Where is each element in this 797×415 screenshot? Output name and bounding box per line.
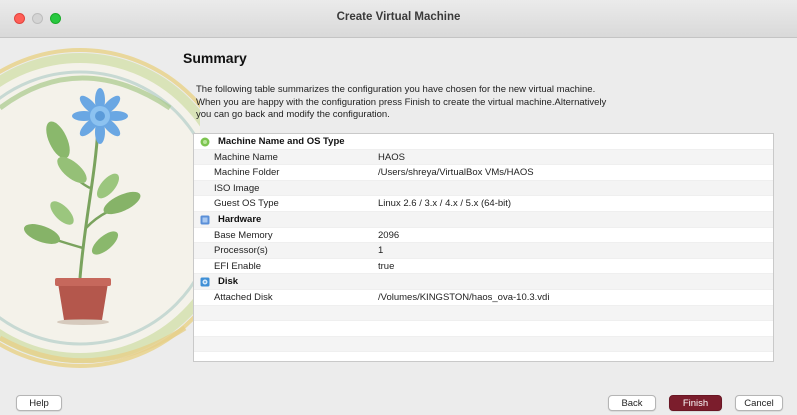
finish-button[interactable]: Finish: [669, 395, 722, 411]
title-bar[interactable]: Create Virtual Machine: [0, 0, 797, 38]
back-button[interactable]: Back: [608, 395, 656, 411]
section-title: Disk: [218, 276, 239, 288]
wizard-illustration: [0, 38, 200, 378]
row-key: ISO Image: [214, 182, 260, 194]
empty-row: [194, 305, 773, 322]
summary-table[interactable]: Machine Name and OS Type Machine Name HA…: [193, 133, 774, 362]
hardware-chip-icon: [200, 215, 210, 225]
table-row[interactable]: EFI Enable true: [194, 259, 773, 275]
description-line: you can go back and modify the configura…: [196, 109, 390, 120]
row-key: Guest OS Type: [214, 198, 279, 210]
section-header-disk[interactable]: Disk: [194, 274, 773, 290]
section-title: Machine Name and OS Type: [218, 136, 345, 147]
page-title: Summary: [183, 50, 247, 66]
row-key: EFI Enable: [214, 260, 261, 272]
empty-row: [194, 321, 773, 337]
row-value: /Volumes/KINGSTON/haos_ova-10.3.vdi: [378, 291, 550, 303]
table-row[interactable]: Guest OS Type Linux 2.6 / 3.x / 4.x / 5.…: [194, 196, 773, 212]
row-value: 1: [378, 245, 384, 257]
row-key: Attached Disk: [214, 291, 273, 303]
flower-plant-illustration: [0, 38, 200, 378]
help-button[interactable]: Help: [16, 395, 62, 411]
row-value: 2096: [378, 229, 400, 241]
window-title: Create Virtual Machine: [336, 11, 461, 23]
table-row[interactable]: Base Memory 2096: [194, 228, 773, 244]
empty-row: [194, 352, 773, 361]
section-header-hardware[interactable]: Hardware: [194, 211, 773, 228]
row-value: /Users/shreya/VirtualBox VMs/HAOS: [378, 167, 534, 179]
description-line: When you are happy with the configuratio…: [196, 96, 607, 108]
section-title: Hardware: [218, 213, 262, 225]
table-row[interactable]: Attached Disk /Volumes/KINGSTON/haos_ova…: [194, 290, 773, 306]
description-line: The following table summarizes the confi…: [196, 84, 596, 95]
table-row[interactable]: Processor(s) 1: [194, 243, 773, 259]
row-key: Machine Folder: [214, 167, 280, 179]
os-type-icon: [200, 137, 210, 147]
row-key: Processor(s): [214, 245, 268, 257]
row-value: Linux 2.6 / 3.x / 4.x / 5.x (64-bit): [378, 198, 512, 210]
row-value: HAOS: [378, 151, 405, 163]
table-row[interactable]: Machine Name HAOS: [194, 149, 773, 166]
disk-icon: [200, 277, 210, 287]
table-row[interactable]: Machine Folder /Users/shreya/VirtualBox …: [194, 165, 773, 181]
row-key: Base Memory: [214, 229, 273, 241]
empty-row: [194, 336, 773, 353]
summary-description: The following table summarizes the confi…: [196, 84, 736, 122]
cancel-button[interactable]: Cancel: [735, 395, 783, 411]
create-vm-window: Create Virtual Machine Summary The follo…: [0, 0, 797, 415]
section-header-machine[interactable]: Machine Name and OS Type: [194, 134, 773, 150]
row-key: Machine Name: [214, 151, 278, 163]
row-value: true: [378, 260, 395, 272]
table-row[interactable]: ISO Image: [194, 180, 773, 197]
